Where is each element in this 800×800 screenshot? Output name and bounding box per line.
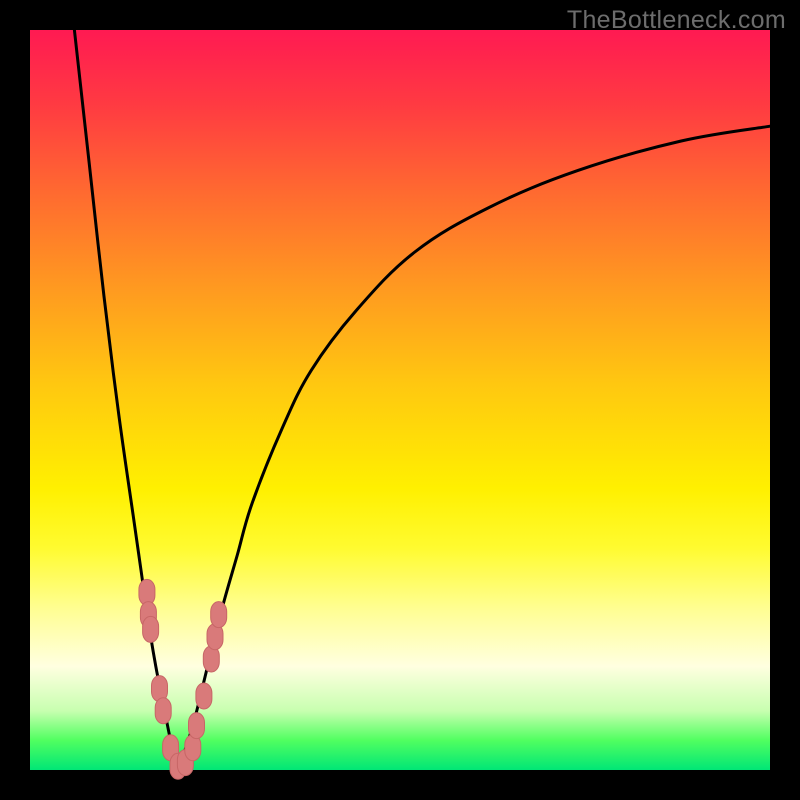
marker-point [189, 713, 205, 739]
chart-frame: TheBottleneck.com [0, 0, 800, 800]
marker-point [155, 698, 171, 724]
marker-point [196, 683, 212, 709]
curve-left-branch [74, 30, 178, 770]
curve-layer [30, 30, 770, 770]
highlight-markers [139, 579, 227, 779]
bottleneck-curve [74, 30, 770, 770]
plot-area [30, 30, 770, 770]
marker-point [143, 616, 159, 642]
marker-point [211, 602, 227, 628]
curve-right-branch [178, 126, 770, 770]
